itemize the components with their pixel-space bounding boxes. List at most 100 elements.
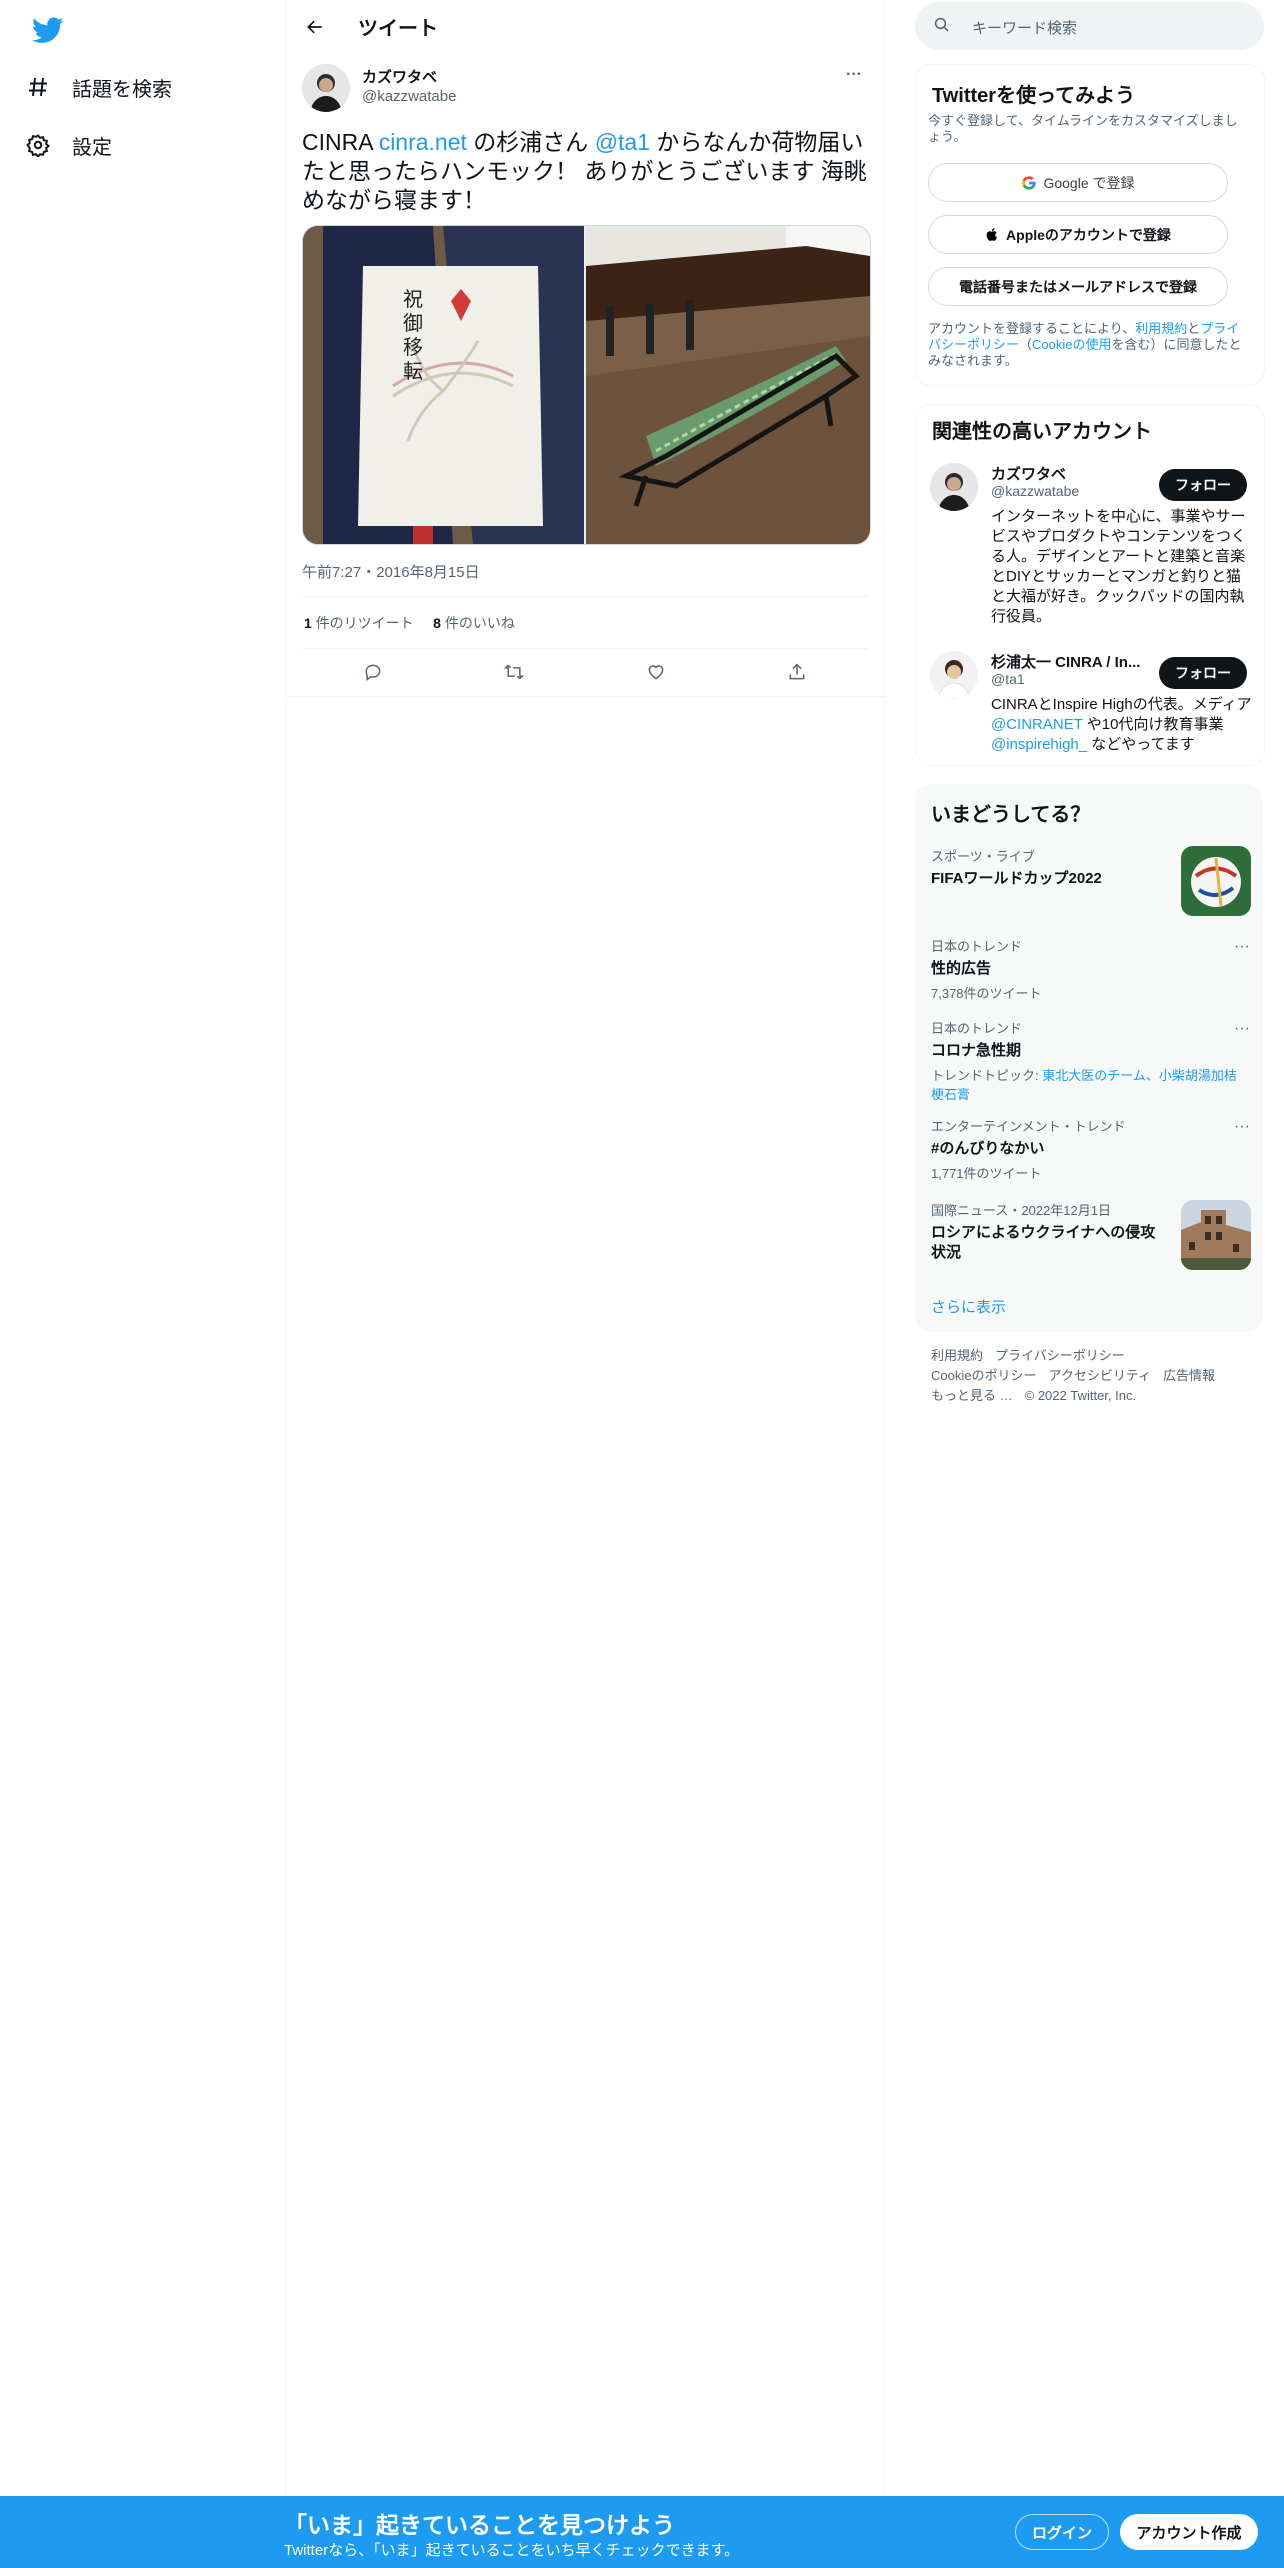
tweet-actions — [302, 652, 868, 692]
trend-category: 国際ニュース・2022年12月1日 — [931, 1203, 1111, 1218]
account-name[interactable]: 杉浦太一 CINRA / In... — [991, 651, 1151, 672]
search-box[interactable]: キーワード検索 — [915, 2, 1264, 50]
tweet-text: CINRA cinra.net の杉浦さん @ta1 からなんか荷物届いたと思っ… — [302, 128, 872, 215]
account-avatar[interactable] — [930, 463, 978, 511]
back-arrow-icon[interactable] — [300, 12, 330, 42]
legal-text: （ — [1019, 337, 1033, 352]
footer-link[interactable]: アクセシビリティ — [1048, 1368, 1151, 1383]
trend-thumbnail-worldcup[interactable] — [1181, 846, 1251, 916]
nav-item-explore[interactable]: 話題を検索 — [24, 65, 172, 109]
account-name[interactable]: カズワタベ — [991, 463, 1066, 484]
trend-more-icon[interactable]: ··· — [1231, 1020, 1253, 1038]
trend-name: コロナ急性期 — [931, 1042, 1022, 1059]
trend-count: 1,771件のツイート — [931, 1166, 1042, 1181]
account-handle[interactable]: @ta1 — [991, 671, 1025, 687]
divider — [286, 696, 884, 697]
follow-button[interactable]: フォロー — [1159, 469, 1247, 501]
bottom-bar-title: 「いま」起きていることを見つけよう — [284, 2512, 675, 2538]
legal-text: アカウントを登録することにより、 — [928, 321, 1136, 336]
tweet-text-part: CINRA — [302, 129, 379, 155]
twitter-logo-icon[interactable] — [32, 14, 64, 46]
tweet-text-part: の杉浦さん — [466, 129, 595, 155]
svg-text:移: 移 — [403, 335, 423, 359]
signup-subtitle: 今すぐ登録して、タイムラインをカスタマイズしましょう。 — [928, 113, 1238, 144]
svg-text:御: 御 — [403, 311, 423, 335]
author-avatar[interactable] — [302, 64, 350, 112]
account-avatar[interactable] — [930, 651, 978, 699]
follow-button[interactable]: フォロー — [1159, 657, 1247, 689]
footer-link[interactable]: 広告情報 — [1163, 1368, 1215, 1383]
phone-email-signup-label: 電話番号またはメールアドレスで登録 — [959, 278, 1197, 295]
trend-thumbnail-ukraine[interactable] — [1181, 1200, 1251, 1270]
bottom-signup-bar: 「いま」起きていることを見つけよう Twitterなら、「いま」起きていることを… — [0, 2496, 1284, 2568]
terms-link[interactable]: 利用規約 — [1135, 321, 1187, 336]
search-input[interactable]: キーワード検索 — [972, 17, 1077, 38]
retweet-label: 件のリツイート — [315, 615, 414, 631]
account-handle[interactable]: @kazzwatabe — [991, 483, 1079, 499]
google-icon — [1021, 175, 1037, 191]
main-column: ツイート カズワタベ @kazzwatabe ··· CINRA cinra.n… — [286, 0, 885, 2496]
bio-mention-link[interactable]: @CINRANET — [991, 716, 1083, 733]
page-title: ツイート — [358, 18, 438, 40]
trend-category: 日本のトレンド — [931, 939, 1023, 954]
footer-link[interactable]: 利用規約 — [931, 1348, 983, 1363]
bio-text: や10代向け教育事業 — [1082, 716, 1224, 733]
trend-name: 性的広告 — [931, 960, 992, 977]
trend-item[interactable]: 国際ニュース・2022年12月1日 ロシアによるウクライナへの侵攻状況 — [931, 1200, 1161, 1263]
account-bio: インターネットを中心に、事業やサービスやプロダクトやコンテンツをつくる人。デザイ… — [991, 508, 1247, 625]
share-icon[interactable] — [780, 655, 814, 689]
reply-icon[interactable] — [356, 655, 390, 689]
hashtag-icon — [24, 73, 52, 101]
footer-link[interactable]: Cookieのポリシー — [931, 1368, 1036, 1383]
media-photo-hammock[interactable] — [586, 226, 870, 544]
google-signup-label: Google で登録 — [1043, 174, 1135, 191]
divider — [302, 648, 868, 649]
footer-link[interactable]: もっと見る … — [931, 1388, 1013, 1403]
trends-card: いまどうしてる？ スポーツ・ライブ FIFAワールドカップ2022 日本のトレン… — [915, 784, 1263, 1332]
trend-item[interactable]: エンターテインメント・トレンド #のんびりなかい 1,771件のツイート — [931, 1116, 1247, 1182]
tweet-header: ツイート — [286, 0, 884, 53]
tweet-mention[interactable]: @ta1 — [595, 129, 650, 155]
bio-mention-link[interactable]: @inspirehigh_ — [991, 736, 1087, 753]
more-icon[interactable]: ··· — [846, 66, 862, 84]
signup-legal-text: アカウントを登録することにより、利用規約とプライバシーポリシー（Cookieの使… — [928, 321, 1250, 369]
tweet-timestamp[interactable]: 午前7:27・2016年8月15日 — [302, 561, 480, 582]
bio-text: CINRAとInspire Highの代表。メディア — [991, 696, 1252, 713]
relevant-accounts-card: 関連性の高いアカウント カズワタベ @kazzwatabe フォロー インターネ… — [915, 404, 1265, 766]
tweet-stats: 1 件のリツイート 8 件のいいね — [304, 613, 515, 633]
phone-email-signup-button[interactable]: 電話番号またはメールアドレスで登録 — [928, 267, 1228, 306]
trend-topics-label: トレンドトピック: — [931, 1068, 1043, 1083]
google-signup-button[interactable]: Google で登録 — [928, 163, 1228, 202]
trends-title: いまどうしてる？ — [931, 804, 1091, 826]
tweet-media: 祝 御 移 転 — [302, 225, 871, 545]
like-count: 8 — [433, 615, 441, 631]
legal-text: と — [1187, 321, 1201, 336]
account-bio: CINRAとInspire Highの代表。メディア @CINRANET や10… — [991, 695, 1253, 755]
footer-link[interactable]: プライバシーポリシー — [995, 1348, 1125, 1363]
trend-more-icon[interactable]: ··· — [1231, 1118, 1253, 1136]
nav-label-explore: 話題を検索 — [72, 78, 172, 101]
trend-item[interactable]: 日本のトレンド 性的広告 7,378件のツイート — [931, 936, 1247, 1002]
svg-text:祝: 祝 — [403, 287, 423, 311]
apple-signup-button[interactable]: Appleのアカウントで登録 — [928, 215, 1228, 254]
login-button[interactable]: ログイン — [1015, 2514, 1109, 2550]
author-name[interactable]: カズワタベ — [362, 66, 437, 87]
trend-category: エンターテインメント・トレンド — [931, 1119, 1126, 1134]
author-handle[interactable]: @kazzwatabe — [362, 88, 456, 105]
trend-more-icon[interactable]: ··· — [1231, 938, 1253, 956]
create-account-button[interactable]: アカウント作成 — [1120, 2514, 1258, 2550]
trends-show-more-link[interactable]: さらに表示 — [931, 1296, 1006, 1317]
apple-signup-label: Appleのアカウントで登録 — [1006, 226, 1171, 243]
like-label: 件のいいね — [444, 615, 515, 631]
like-stat[interactable]: 8 件のいいね — [433, 615, 515, 631]
bottom-bar-subtitle: Twitterなら、「いま」起きていることをいち早くチェックできます。 — [284, 2542, 740, 2559]
cookie-link[interactable]: Cookieの使用 — [1032, 337, 1111, 352]
nav-item-settings[interactable]: 設定 — [24, 123, 112, 167]
tweet-link[interactable]: cinra.net — [379, 129, 467, 155]
divider — [302, 596, 868, 597]
media-photo-gift[interactable]: 祝 御 移 転 — [303, 226, 584, 544]
retweet-icon[interactable] — [497, 655, 531, 689]
trend-item[interactable]: 日本のトレンド コロナ急性期 トレンドトピック: 東北大医のチーム、小柴胡湯加桔… — [931, 1018, 1247, 1103]
retweet-stat[interactable]: 1 件のリツイート — [304, 615, 414, 631]
like-icon[interactable] — [639, 655, 673, 689]
